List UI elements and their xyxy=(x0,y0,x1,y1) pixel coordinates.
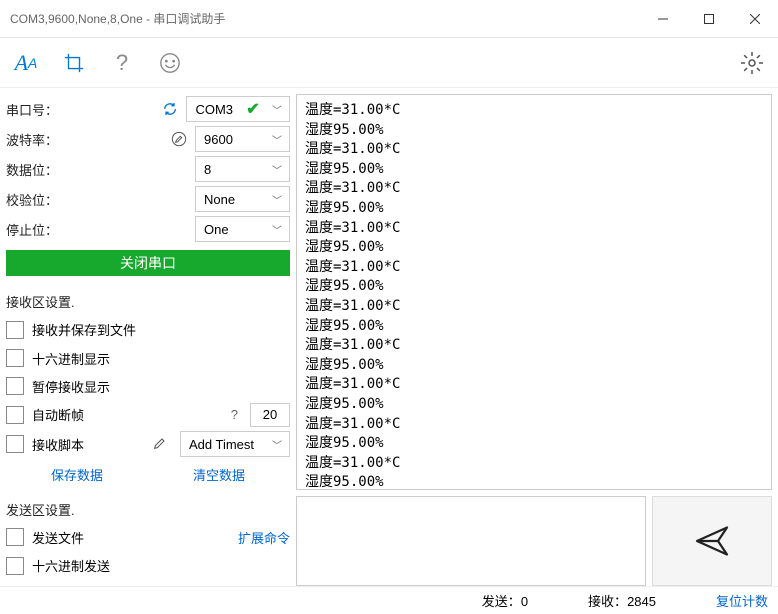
close-button[interactable] xyxy=(732,0,778,38)
stopbits-select[interactable]: One ﹀ xyxy=(195,216,290,242)
chk-pause-recv[interactable] xyxy=(6,377,24,395)
minimize-button[interactable] xyxy=(640,0,686,38)
gear-icon[interactable] xyxy=(738,49,766,77)
statusbar: 发送：0 接收：2845 复位计数 xyxy=(0,586,778,614)
chk-recv-script-label: 接收脚本 xyxy=(32,435,84,454)
chevron-down-icon: ﹀ xyxy=(265,162,289,177)
chevron-down-icon: ﹀ xyxy=(265,222,289,237)
titlebar: COM3,9600,None,8,One - 串口调试助手 xyxy=(0,0,778,38)
auto-frame-input[interactable] xyxy=(250,403,290,427)
help-icon[interactable]: ? xyxy=(108,49,136,77)
chk-save-file[interactable] xyxy=(6,321,24,339)
chevron-down-icon: ﹀ xyxy=(265,102,289,117)
check-icon: ✔ xyxy=(241,99,265,119)
chk-pause-recv-label: 暂停接收显示 xyxy=(32,377,110,396)
refresh-icon[interactable] xyxy=(158,101,182,117)
save-data-link[interactable]: 保存数据 xyxy=(51,465,103,484)
recv-value: 2845 xyxy=(627,594,656,609)
recv-script-select[interactable]: Add Timest ﹀ xyxy=(180,431,290,457)
chk-auto-frame-label: 自动断帧 xyxy=(32,405,84,424)
script-edit-icon[interactable] xyxy=(152,435,172,454)
edit-icon[interactable] xyxy=(167,131,191,147)
chk-send-file-label: 发送文件 xyxy=(32,528,84,547)
chk-send-file[interactable] xyxy=(6,528,24,546)
chevron-down-icon: ﹀ xyxy=(265,437,289,452)
send-textarea[interactable] xyxy=(296,496,646,586)
databits-label: 数据位： xyxy=(6,160,66,179)
auto-frame-help[interactable]: ? xyxy=(231,407,238,422)
stopbits-label: 停止位： xyxy=(6,220,66,239)
chevron-down-icon: ﹀ xyxy=(265,132,289,147)
parity-select[interactable]: None ﹀ xyxy=(195,186,290,212)
sent-value: 0 xyxy=(521,594,528,609)
recv-section-label: 接收区设置. xyxy=(6,288,290,313)
port-label: 串口号： xyxy=(6,100,66,119)
baud-select[interactable]: 9600 ﹀ xyxy=(195,126,290,152)
crop-icon[interactable] xyxy=(60,49,88,77)
chk-hex-display-label: 十六进制显示 xyxy=(32,349,110,368)
clear-data-link[interactable]: 清空数据 xyxy=(193,465,245,484)
right-panel: 温度=31.00*C 湿度95.00% 温度=31.00*C 湿度95.00% … xyxy=(296,88,778,586)
chevron-down-icon: ﹀ xyxy=(265,192,289,207)
chk-auto-frame[interactable] xyxy=(6,406,24,424)
font-icon[interactable]: AA xyxy=(12,49,40,77)
send-button[interactable] xyxy=(652,496,772,586)
parity-label: 校验位： xyxy=(6,190,66,209)
chk-recv-script[interactable] xyxy=(6,435,24,453)
baud-label: 波特率： xyxy=(6,130,66,149)
recv-label: 接收： xyxy=(588,594,627,609)
sent-label: 发送： xyxy=(482,594,521,609)
ext-cmd-link[interactable]: 扩展命令 xyxy=(238,528,290,547)
databits-select[interactable]: 8 ﹀ xyxy=(195,156,290,182)
smile-icon[interactable] xyxy=(156,49,184,77)
recv-textarea[interactable]: 温度=31.00*C 湿度95.00% 温度=31.00*C 湿度95.00% … xyxy=(296,94,772,490)
window-title: COM3,9600,None,8,One - 串口调试助手 xyxy=(10,10,640,27)
close-port-button[interactable]: 关闭串口 xyxy=(6,250,290,276)
chk-hex-send[interactable] xyxy=(6,557,24,575)
send-icon xyxy=(694,523,730,559)
port-select[interactable]: COM3 ✔ ﹀ xyxy=(186,96,290,122)
left-panel: 串口号： COM3 ✔ ﹀ 波特率： 9600 ﹀ 数据位： 8 xyxy=(0,88,296,586)
chk-save-file-label: 接收并保存到文件 xyxy=(32,320,136,339)
chk-hex-send-label: 十六进制发送 xyxy=(32,556,110,575)
toolbar: AA ? xyxy=(0,38,778,88)
send-section-label: 发送区设置. xyxy=(6,496,290,521)
chk-hex-display[interactable] xyxy=(6,349,24,367)
reset-counter-link[interactable]: 复位计数 xyxy=(716,591,768,610)
maximize-button[interactable] xyxy=(686,0,732,38)
